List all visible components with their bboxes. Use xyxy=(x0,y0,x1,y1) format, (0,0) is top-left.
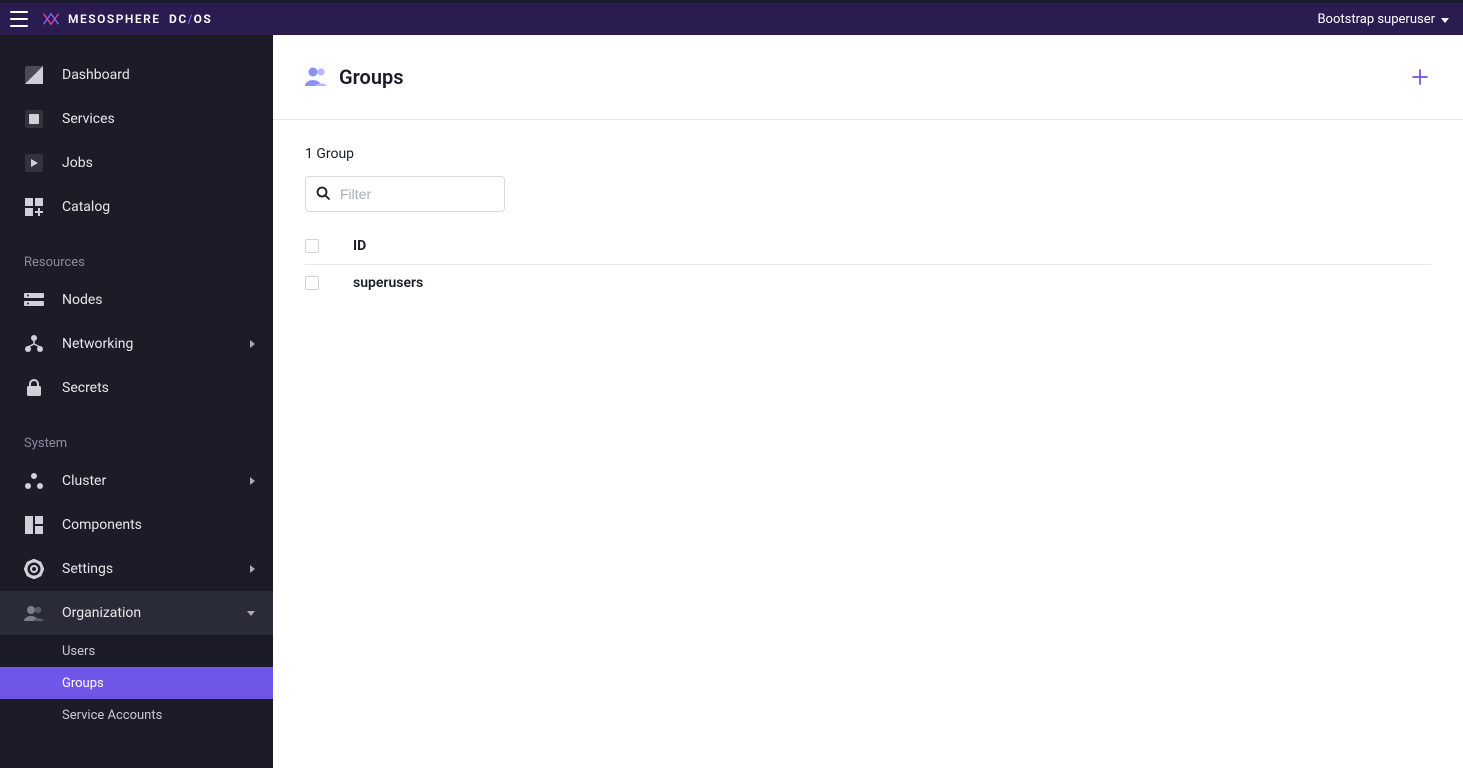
brand[interactable]: MESOSPHERE DC/OS xyxy=(42,12,212,26)
page-title: Groups xyxy=(339,65,404,89)
sidebar-item-services[interactable]: Services xyxy=(0,97,273,141)
sidebar-subitem-label: Service Accounts xyxy=(62,708,162,723)
sidebar-item-label: Jobs xyxy=(62,155,93,171)
dashboard-icon xyxy=(24,65,44,85)
chevron-down-icon xyxy=(247,611,255,616)
search-icon xyxy=(316,185,330,204)
sidebar-item-label: Components xyxy=(62,517,142,533)
chevron-right-icon xyxy=(250,340,255,348)
column-header-id[interactable]: ID xyxy=(353,238,1431,254)
sidebar-item-settings[interactable]: Settings xyxy=(0,547,273,591)
table-header: ID xyxy=(305,228,1431,265)
sidebar: Dashboard Services Jobs Catalo xyxy=(0,35,273,768)
groups-table: ID superusers xyxy=(305,228,1431,301)
group-count-label: 1 Group xyxy=(305,146,1431,162)
filter-box[interactable] xyxy=(305,176,505,212)
sidebar-item-label: Networking xyxy=(62,336,133,352)
user-menu-label: Bootstrap superuser xyxy=(1317,12,1435,27)
plus-icon xyxy=(1412,69,1428,85)
brand-os: OS xyxy=(194,12,213,26)
sidebar-item-label: Nodes xyxy=(62,292,103,308)
sidebar-item-label: Secrets xyxy=(62,380,109,396)
sidebar-item-dashboard[interactable]: Dashboard xyxy=(0,53,273,97)
services-icon xyxy=(24,109,44,129)
sidebar-item-nodes[interactable]: Nodes xyxy=(0,278,273,322)
page-body: 1 Group ID xyxy=(273,120,1463,327)
sidebar-item-label: Cluster xyxy=(62,473,106,489)
organization-icon xyxy=(24,603,44,623)
table-row: superusers xyxy=(305,265,1431,301)
sidebar-item-cluster[interactable]: Cluster xyxy=(0,459,273,503)
user-menu[interactable]: Bootstrap superuser xyxy=(1317,12,1449,27)
sidebar-item-jobs[interactable]: Jobs xyxy=(0,141,273,185)
sidebar-item-components[interactable]: Components xyxy=(0,503,273,547)
sidebar-subitem-label: Groups xyxy=(62,676,104,691)
sidebar-item-networking[interactable]: Networking xyxy=(0,322,273,366)
chevron-right-icon xyxy=(250,477,255,485)
select-all-checkbox[interactable] xyxy=(305,239,319,253)
sidebar-item-label: Dashboard xyxy=(62,67,130,83)
chevron-right-icon xyxy=(250,565,255,573)
sidebar-section-resources: Resources xyxy=(0,245,273,278)
components-icon xyxy=(24,515,44,535)
secrets-icon xyxy=(24,378,44,398)
brand-dc: DC xyxy=(169,12,188,26)
page-header: Groups xyxy=(273,35,1463,120)
gear-icon xyxy=(24,559,44,579)
menu-toggle-button[interactable] xyxy=(8,8,30,30)
jobs-icon xyxy=(24,153,44,173)
sidebar-subitem-service-accounts[interactable]: Service Accounts xyxy=(0,699,273,731)
filter-input[interactable] xyxy=(340,186,521,202)
sidebar-item-label: Catalog xyxy=(62,199,110,215)
brand-text: MESOSPHERE DC/OS xyxy=(68,12,212,26)
topbar: MESOSPHERE DC/OS Bootstrap superuser xyxy=(0,3,1463,35)
content: Groups 1 Group xyxy=(273,35,1463,768)
sidebar-item-secrets[interactable]: Secrets xyxy=(0,366,273,410)
catalog-icon xyxy=(24,197,44,217)
row-checkbox[interactable] xyxy=(305,276,319,290)
sidebar-item-organization[interactable]: Organization xyxy=(0,591,273,635)
brand-logo-icon xyxy=(42,12,60,26)
sidebar-subitem-label: Users xyxy=(62,644,95,659)
cluster-icon xyxy=(24,471,44,491)
add-group-button[interactable] xyxy=(1409,66,1431,88)
networking-icon xyxy=(24,334,44,354)
sidebar-section-system: System xyxy=(0,426,273,459)
sidebar-subitem-groups[interactable]: Groups xyxy=(0,667,273,699)
sidebar-item-label: Organization xyxy=(62,605,141,621)
nodes-icon xyxy=(24,290,44,310)
sidebar-item-label: Services xyxy=(62,111,115,127)
chevron-down-icon xyxy=(1441,18,1449,23)
sidebar-item-label: Settings xyxy=(62,561,113,577)
groups-icon xyxy=(305,66,327,88)
sidebar-item-catalog[interactable]: Catalog xyxy=(0,185,273,229)
group-id-cell[interactable]: superusers xyxy=(353,275,1431,291)
sidebar-subitem-users[interactable]: Users xyxy=(0,635,273,667)
brand-mesosphere: MESOSPHERE xyxy=(68,12,161,26)
